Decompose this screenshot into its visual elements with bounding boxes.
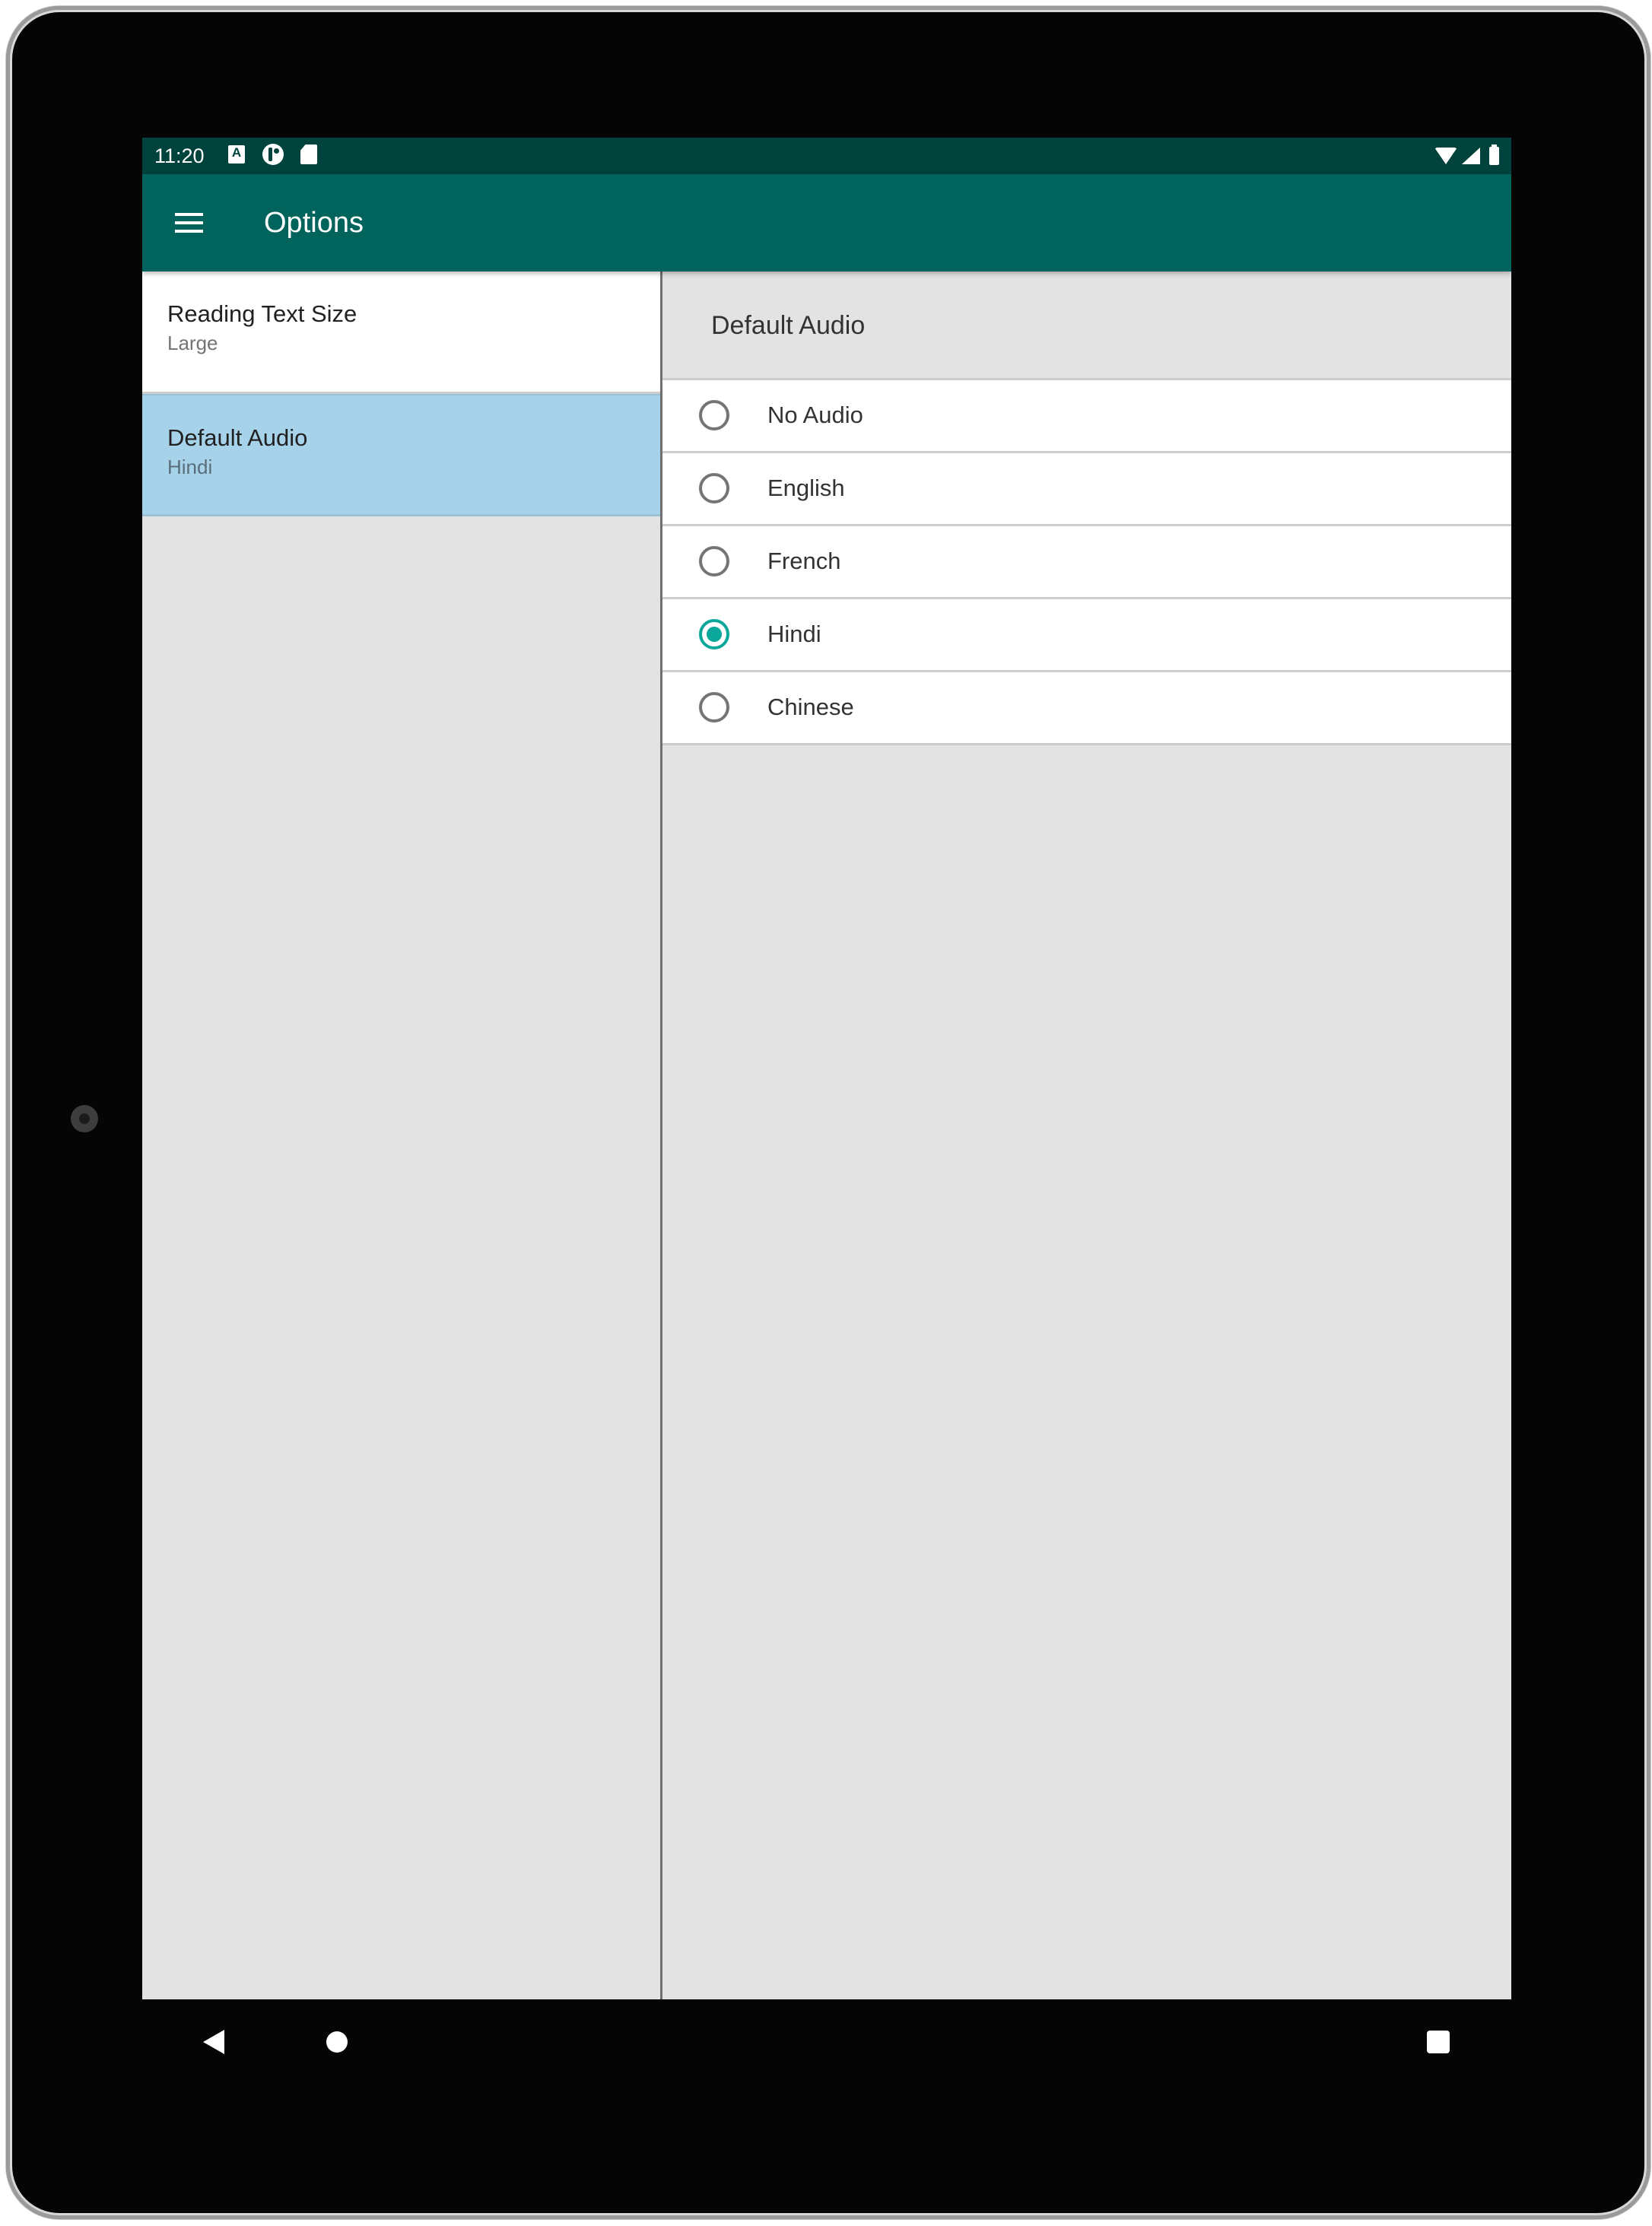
status-right-icons (1434, 144, 1499, 167)
status-time: 11:20 (154, 144, 205, 167)
navigation-bar (142, 1999, 1511, 2091)
radio-button-icon[interactable] (699, 400, 729, 430)
app-bar: Options (142, 174, 1511, 272)
pref-title: Reading Text Size (167, 300, 357, 327)
pref-summary: Large (167, 332, 218, 354)
option-label: Chinese (767, 694, 854, 720)
recents-icon[interactable] (1427, 2031, 1450, 2053)
option-chinese[interactable]: Chinese (662, 672, 1511, 745)
pref-item-default-audio[interactable]: Default Audio Hindi (142, 394, 660, 516)
option-hindi[interactable]: Hindi (662, 599, 1511, 672)
wifi-icon (1434, 148, 1457, 164)
app-notification-icon (262, 144, 284, 165)
radio-button-icon[interactable] (699, 473, 729, 503)
page-title: Options (264, 207, 364, 239)
radio-button-icon[interactable] (699, 546, 729, 576)
cell-signal-icon (1462, 148, 1480, 164)
dialog-title: Default Audio (711, 311, 866, 340)
back-icon[interactable] (203, 2030, 224, 2054)
pref-title: Default Audio (167, 424, 308, 451)
sd-card-icon (300, 144, 317, 164)
home-icon[interactable] (326, 2031, 348, 2053)
status-bar: 11:20 A (142, 138, 1511, 174)
pref-item-reading-text-size[interactable]: Reading Text Size Large (142, 272, 660, 394)
option-english[interactable]: English (662, 453, 1511, 526)
default-audio-panel: Default Audio No Audio English French Hi… (662, 272, 1511, 1999)
preferences-list: Reading Text Size Large Default Audio Hi… (142, 272, 660, 1999)
dialog-header: Default Audio (662, 272, 1511, 380)
battery-icon (1489, 144, 1499, 165)
option-label: Hindi (767, 621, 821, 647)
front-camera (71, 1105, 98, 1132)
radio-button-checked-icon[interactable] (699, 619, 729, 649)
option-no-audio[interactable]: No Audio (662, 380, 1511, 453)
option-label: No Audio (767, 402, 863, 428)
screen: 11:20 A Options Reading Text Size Large … (142, 138, 1511, 1999)
accessibility-a-icon: A (228, 145, 245, 164)
option-french[interactable]: French (662, 526, 1511, 599)
option-label: English (767, 475, 845, 501)
pref-summary: Hindi (167, 456, 213, 478)
radio-button-icon[interactable] (699, 692, 729, 722)
option-label: French (767, 548, 841, 574)
hamburger-menu-icon[interactable] (173, 206, 206, 240)
